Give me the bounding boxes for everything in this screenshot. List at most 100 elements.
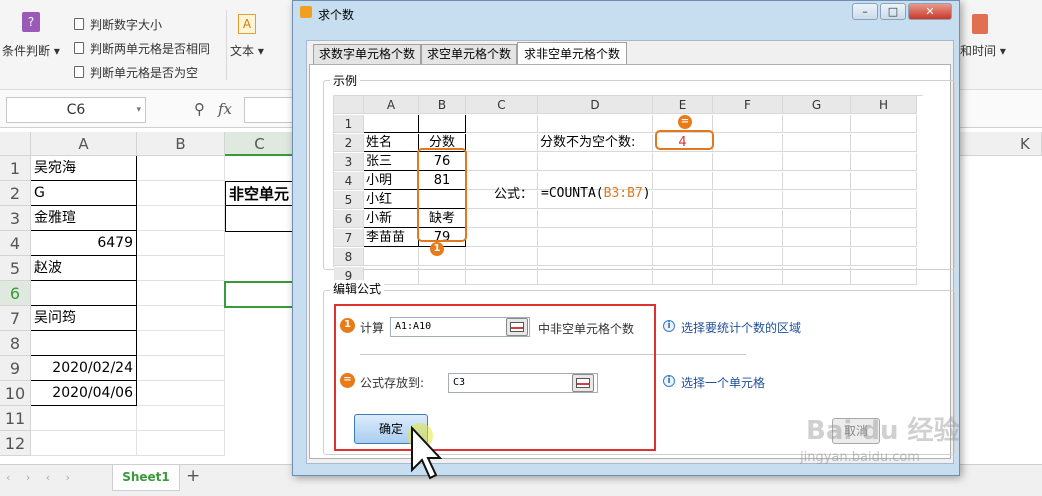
range-hint: 选择要统计个数的区域 — [681, 321, 802, 335]
sheet-tab-sheet1[interactable]: Sheet1 — [112, 465, 180, 491]
conditional-judge-button[interactable]: 条件判断 ▾ — [2, 42, 60, 59]
cell-b1[interactable] — [137, 156, 225, 181]
column-header-k[interactable]: K — [960, 132, 1042, 156]
example-cell — [851, 172, 917, 190]
cell-a1[interactable]: 吴宛海 — [31, 156, 137, 181]
example-cell — [466, 153, 538, 171]
column-header-c[interactable]: C — [225, 132, 295, 156]
example-cell — [653, 153, 713, 171]
row-header-6[interactable]: 6 — [0, 281, 31, 306]
row-header-7[interactable]: 7 — [0, 306, 31, 331]
example-cell — [653, 191, 713, 209]
fx-icon[interactable]: fx — [218, 100, 232, 118]
cell-b9[interactable] — [137, 356, 225, 381]
cell-a3[interactable]: 金雅瑄 — [31, 206, 137, 231]
example-row-header: 7 — [334, 229, 364, 247]
equals-badge: = — [678, 115, 692, 129]
example-cell — [851, 191, 917, 209]
date-time-button[interactable]: 和时间 ▾ — [960, 42, 1006, 59]
baidu-watermark: Bai du 经验 — [806, 416, 960, 446]
example-cell — [538, 229, 653, 247]
cursor-icon — [407, 423, 443, 480]
cell-a12[interactable] — [31, 431, 137, 456]
cell-a7[interactable]: 吴问筠 — [31, 306, 137, 331]
add-sheet-button[interactable]: + — [186, 466, 200, 486]
text-button[interactable]: 文本 ▾ — [230, 42, 264, 59]
store-info-icon: i — [663, 375, 675, 387]
cell-a10[interactable]: 2020/04/06 — [31, 381, 137, 406]
ribbon-item-number-compare[interactable]: 判断数字大小 — [74, 16, 162, 33]
column-header-a[interactable]: A — [31, 132, 137, 156]
cell-a9[interactable]: 2020/02/24 — [31, 356, 137, 381]
example-cell — [713, 248, 783, 266]
tab-count-empty[interactable]: 求空单元格个数 — [421, 44, 517, 64]
cell-b11[interactable] — [137, 406, 225, 431]
name-box[interactable]: C6 ▾ — [6, 97, 146, 123]
tab-count-nonempty[interactable]: 求非空单元格个数 — [517, 42, 627, 65]
cell-a8[interactable] — [31, 331, 137, 356]
example-cell — [653, 267, 713, 285]
range-highlight — [417, 148, 467, 242]
row-header-9[interactable]: 9 — [0, 356, 31, 381]
example-row-header: 8 — [334, 248, 364, 266]
example-col-header: D — [538, 96, 653, 114]
cell-b5[interactable] — [137, 256, 225, 281]
tab-count-numeric[interactable]: 求数字单元格个数 — [313, 44, 421, 64]
select-all-corner[interactable] — [0, 132, 31, 156]
cell-b7[interactable] — [137, 306, 225, 331]
example-cell — [851, 229, 917, 247]
ribbon-item-cell-empty[interactable]: 判断单元格是否为空 — [74, 64, 198, 81]
example-cell-b — [419, 115, 466, 133]
cell-a4[interactable]: 6479 — [31, 231, 137, 256]
example-cell-a: 小新 — [364, 210, 419, 228]
maximize-button[interactable]: □ — [880, 3, 906, 20]
column-header-b[interactable]: B — [137, 132, 225, 156]
row-header-10[interactable]: 10 — [0, 381, 31, 406]
cell-b10[interactable] — [137, 381, 225, 406]
zoom-icon[interactable]: ⚲ — [194, 100, 205, 118]
row-header-12[interactable]: 12 — [0, 431, 31, 456]
close-button[interactable]: ✕ — [908, 3, 952, 20]
cell-c2[interactable]: 非空单元 — [225, 181, 295, 206]
example-row-header: 4 — [334, 172, 364, 190]
cell-b8[interactable] — [137, 331, 225, 356]
cell-a5[interactable]: 赵波 — [31, 256, 137, 281]
example-cell-a — [364, 248, 419, 266]
cell-a2[interactable]: G — [31, 181, 137, 206]
example-cell — [653, 229, 713, 247]
cell-b2[interactable] — [137, 181, 225, 206]
example-col-header: A — [364, 96, 419, 114]
example-col-header: C — [466, 96, 538, 114]
cell-a6[interactable] — [31, 281, 137, 306]
cell-b12[interactable] — [137, 431, 225, 456]
ribbon-item-cells-equal[interactable]: 判断两单元格是否相同 — [74, 40, 210, 57]
edit-formula-group-label: 编辑公式 — [330, 280, 385, 297]
example-group-label: 示例 — [330, 72, 361, 89]
cell-b6[interactable] — [137, 281, 225, 306]
example-cell — [653, 210, 713, 228]
example-cell — [538, 115, 653, 133]
example-cell-a: 姓名 — [364, 134, 419, 152]
cell-a11[interactable] — [31, 406, 137, 431]
row-header-4[interactable]: 4 — [0, 231, 31, 256]
example-col-header: H — [851, 96, 917, 114]
row-header-5[interactable]: 5 — [0, 256, 31, 281]
row-header-11[interactable]: 11 — [0, 406, 31, 431]
cell-b3[interactable] — [137, 206, 225, 231]
sheet-nav-arrows[interactable]: ‹ › ‹ › — [6, 471, 76, 484]
example-col-header: G — [783, 96, 851, 114]
row-header-8[interactable]: 8 — [0, 331, 31, 356]
example-cell — [538, 210, 653, 228]
row-header-1[interactable]: 1 — [0, 156, 31, 181]
cell-b4[interactable] — [137, 231, 225, 256]
example-cell — [653, 248, 713, 266]
step-1-badge: 1 — [430, 242, 444, 256]
minimize-button[interactable]: – — [852, 3, 878, 20]
row-header-2[interactable]: 2 — [0, 181, 31, 206]
example-cell — [466, 267, 538, 285]
active-cell-c6[interactable] — [224, 281, 296, 308]
example-cell — [783, 210, 851, 228]
cell-c3[interactable] — [225, 206, 295, 232]
example-cell — [783, 115, 851, 133]
row-header-3[interactable]: 3 — [0, 206, 31, 231]
